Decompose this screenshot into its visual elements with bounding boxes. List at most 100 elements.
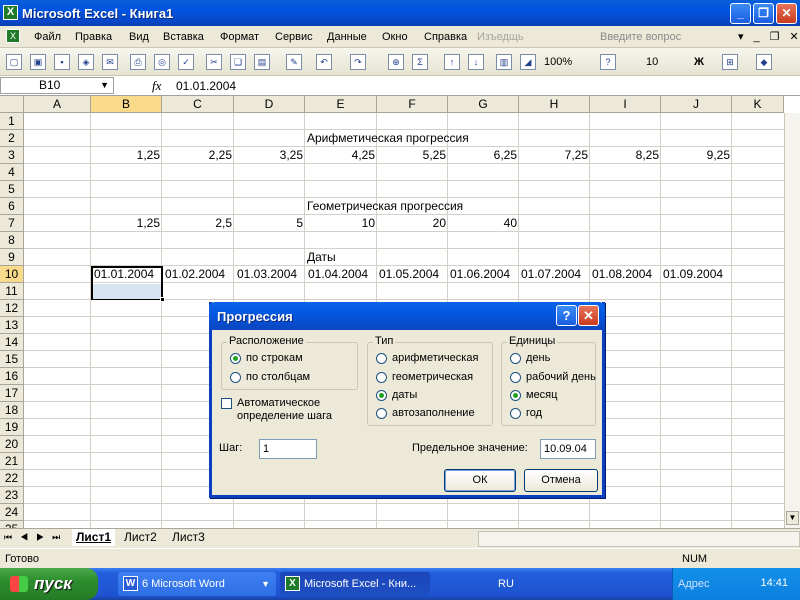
cell-g10[interactable]: 01.06.2004 [450, 266, 510, 283]
menu-insert[interactable]: Вставка [163, 31, 204, 43]
tab-sheet3[interactable]: Лист3 [168, 529, 209, 546]
formula-input[interactable]: 01.01.2004 [176, 79, 236, 93]
cell-f3[interactable]: 5,25 [377, 147, 446, 164]
fill-color-icon[interactable]: ◆ [756, 54, 772, 70]
format-painter-icon[interactable]: ✎ [286, 54, 302, 70]
row-header[interactable]: 17 [0, 385, 24, 402]
selection-range[interactable] [91, 266, 165, 302]
chevron-down-icon[interactable]: ▼ [100, 78, 109, 93]
cell-d7[interactable]: 5 [234, 215, 303, 232]
chart-wizard-icon[interactable]: ▥ [496, 54, 512, 70]
autosum-icon[interactable]: Σ [412, 54, 428, 70]
row-header[interactable]: 3 [0, 147, 24, 164]
row-header[interactable]: 18 [0, 402, 24, 419]
help-icon[interactable]: ? [600, 54, 616, 70]
menu-edit[interactable]: Правка [75, 31, 112, 43]
row-header[interactable]: 5 [0, 181, 24, 198]
auto-step-checkbox[interactable] [221, 398, 232, 409]
column-header[interactable]: C [162, 96, 234, 113]
cell-b7[interactable]: 1,25 [91, 215, 160, 232]
vertical-scrollbar[interactable]: ▼ [784, 113, 800, 528]
language-indicator[interactable]: RU [498, 578, 514, 590]
document-window-controls[interactable]: ▾_❐✕ [738, 30, 800, 43]
address-toolbar[interactable]: Адрес [678, 578, 710, 590]
row-header[interactable]: 7 [0, 215, 24, 232]
help-button[interactable]: ? [556, 305, 577, 326]
select-all-corner[interactable] [0, 96, 24, 113]
row-header[interactable]: 22 [0, 470, 24, 487]
horizontal-scrollbar[interactable] [478, 531, 800, 547]
name-box[interactable]: B10 ▼ [0, 77, 114, 94]
cell-g3[interactable]: 6,25 [448, 147, 517, 164]
row-header[interactable]: 15 [0, 351, 24, 368]
undo-icon[interactable]: ↶ [316, 54, 332, 70]
cell-f10[interactable]: 01.05.2004 [379, 266, 439, 283]
preview-icon[interactable]: ◎ [154, 54, 170, 70]
spelling-icon[interactable]: ✓ [178, 54, 194, 70]
open-icon[interactable]: ▣ [30, 54, 46, 70]
cell-j10[interactable]: 01.09.2004 [663, 266, 723, 283]
cell-e7[interactable]: 10 [305, 215, 375, 232]
tab-sheet2[interactable]: Лист2 [120, 529, 161, 546]
workbook-icon[interactable]: X [6, 29, 20, 43]
cancel-button[interactable]: Отмена [524, 469, 598, 492]
ok-button[interactable]: ОК [444, 469, 516, 492]
menu-data[interactable]: Данные [327, 31, 367, 43]
scroll-down-icon[interactable]: ▼ [786, 511, 799, 525]
row-header[interactable]: 4 [0, 164, 24, 181]
row-header[interactable]: 2 [0, 130, 24, 147]
row-header[interactable]: 20 [0, 436, 24, 453]
close-button[interactable]: ✕ [776, 3, 797, 24]
row-header[interactable]: 10 [0, 266, 24, 283]
bold-button[interactable]: Ж [694, 56, 704, 68]
font-size-select[interactable]: 10 [646, 56, 658, 68]
column-header[interactable]: B [91, 96, 162, 113]
email-icon[interactable]: ✉ [102, 54, 118, 70]
restore-button[interactable]: ❐ [753, 3, 774, 24]
close-icon[interactable]: ✕ [578, 305, 599, 326]
column-header[interactable]: H [519, 96, 590, 113]
cell-i10[interactable]: 01.08.2004 [592, 266, 652, 283]
cell-d3[interactable]: 3,25 [234, 147, 303, 164]
row-header[interactable]: 24 [0, 504, 24, 521]
menu-format[interactable]: Формат [220, 31, 259, 43]
permission-icon[interactable]: ◈ [78, 54, 94, 70]
copy-icon[interactable]: ❏ [230, 54, 246, 70]
cell-d10[interactable]: 01.03.2004 [237, 266, 297, 283]
column-header[interactable]: G [448, 96, 519, 113]
row-header[interactable]: 6 [0, 198, 24, 215]
menu-window[interactable]: Окно [382, 31, 408, 43]
cell-g7[interactable]: 40 [448, 215, 517, 232]
print-icon[interactable]: ⎙ [130, 54, 146, 70]
sort-descending-icon[interactable]: ↓ [468, 54, 484, 70]
row-header[interactable]: 13 [0, 317, 24, 334]
cell-e3[interactable]: 4,25 [305, 147, 375, 164]
column-header[interactable]: J [661, 96, 732, 113]
row-header[interactable]: 19 [0, 419, 24, 436]
task-word[interactable]: W 6 Microsoft Word ▼ [118, 572, 276, 596]
cell-h3[interactable]: 7,25 [519, 147, 588, 164]
drawing-icon[interactable]: ◢ [520, 54, 536, 70]
cell-j3[interactable]: 9,25 [661, 147, 730, 164]
row-header[interactable]: 25 [0, 521, 24, 528]
fill-handle[interactable] [160, 297, 165, 302]
row-header[interactable]: 11 [0, 283, 24, 300]
cell-c10[interactable]: 01.02.2004 [165, 266, 225, 283]
minimize-button[interactable]: _ [730, 3, 751, 24]
cell-e2[interactable]: Арифметическая прогрессия [307, 130, 469, 147]
save-icon[interactable]: ▪ [54, 54, 70, 70]
paste-icon[interactable]: ▤ [254, 54, 270, 70]
limit-input[interactable]: 10.09.04 [540, 439, 596, 459]
borders-icon[interactable]: ⊞ [722, 54, 738, 70]
tab-sheet1[interactable]: Лист1 [72, 529, 116, 546]
row-header[interactable]: 14 [0, 334, 24, 351]
menu-file[interactable]: Файл [34, 31, 61, 43]
start-button[interactable]: пуск [0, 568, 98, 600]
hyperlink-icon[interactable]: ⊕ [388, 54, 404, 70]
cell-e10[interactable]: 01.04.2004 [308, 266, 368, 283]
column-header[interactable]: K [732, 96, 784, 113]
help-question-box[interactable]: Введите вопрос [600, 31, 681, 43]
cell-b3[interactable]: 1,25 [91, 147, 160, 164]
row-header[interactable]: 16 [0, 368, 24, 385]
cell-e6[interactable]: Геометрическая прогрессия [307, 198, 463, 215]
